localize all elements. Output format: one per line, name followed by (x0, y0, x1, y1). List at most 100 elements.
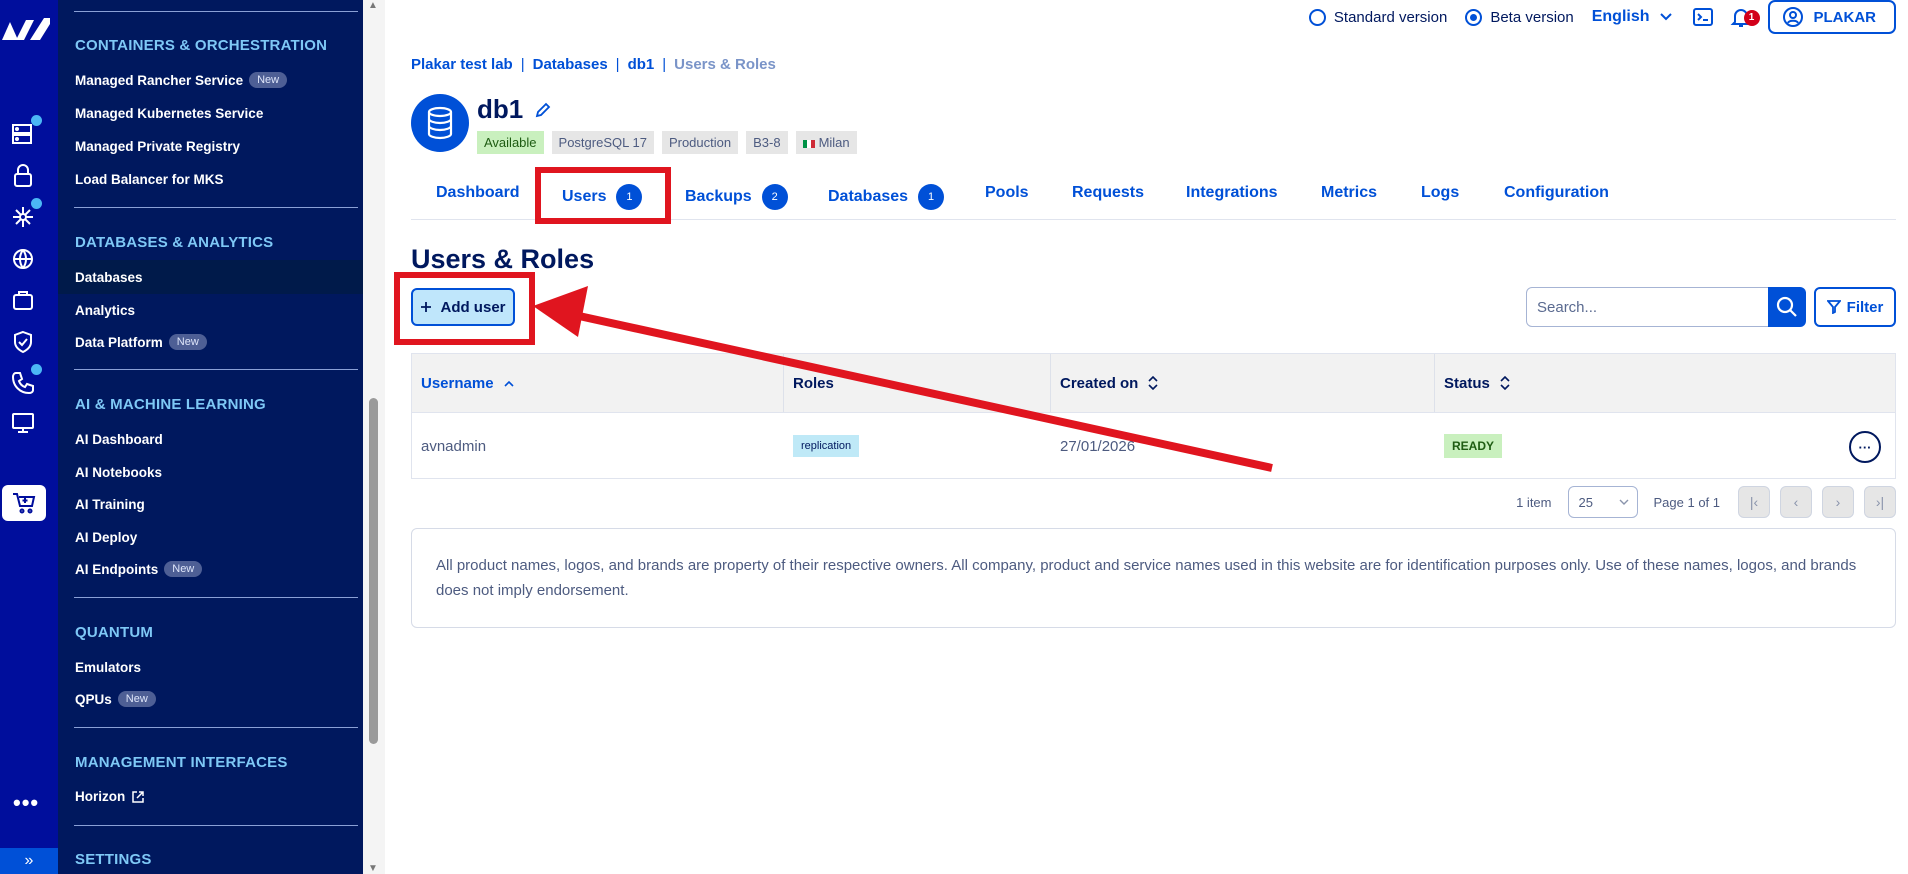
new-badge: New (168, 334, 207, 350)
search-icon (1776, 296, 1797, 317)
users-table: Username Roles Created on Status avnadmi… (411, 353, 1896, 479)
search-button[interactable] (1768, 287, 1806, 327)
sidebar-item-managed-kubernetes[interactable]: Managed Kubernetes Service (75, 106, 263, 121)
sidebar-item-load-balancer-mks[interactable]: Load Balancer for MKS (75, 172, 224, 187)
section-quantum: QUANTUM (75, 624, 154, 641)
scroll-up-icon[interactable]: ▲ (368, 0, 378, 11)
tab-backups[interactable]: Backups 2 (685, 184, 788, 210)
standard-version-radio[interactable]: Standard version (1308, 8, 1447, 26)
page-title: Users & Roles (411, 244, 595, 274)
page-indicator: Page 1 of 1 (1653, 494, 1721, 510)
network-icon[interactable] (10, 198, 42, 230)
sidebar-item-managed-rancher[interactable]: Managed Rancher Service New (75, 72, 288, 88)
language-selector[interactable]: English (1592, 8, 1672, 26)
language-label: English (1591, 8, 1650, 25)
chevron-down-icon (1619, 499, 1628, 505)
top-bar: Standard version Beta version English 1 … (1308, 0, 1908, 34)
cell-roles: replication (784, 413, 860, 479)
lock-icon[interactable] (10, 163, 36, 189)
sidebar-item-label: AI Notebooks (75, 465, 163, 480)
sidebar-item-databases[interactable]: Databases (75, 270, 143, 285)
page-size-select[interactable]: 25 (1567, 486, 1638, 518)
previous-page-icon[interactable]: ‹ (1780, 486, 1812, 518)
sidebar-item-label: AI Training (75, 497, 145, 512)
radio-on-icon (1465, 8, 1483, 26)
more-icon[interactable]: ••• (13, 790, 39, 816)
new-badge: New (164, 561, 203, 577)
tab-dashboard[interactable]: Dashboard (436, 184, 520, 202)
monitor-icon[interactable] (10, 410, 36, 436)
sidebar-item-label: Load Balancer for MKS (75, 172, 224, 187)
tab-requests[interactable]: Requests (1072, 184, 1144, 202)
beta-version-radio[interactable]: Beta version (1465, 8, 1574, 26)
scrollbar-thumb[interactable] (369, 398, 378, 744)
cart-icon[interactable] (2, 485, 46, 521)
sidebar-item-analytics[interactable]: Analytics (75, 303, 135, 318)
new-badge: New (249, 72, 288, 88)
pagination: 1 item 25 Page 1 of 1 |‹ ‹ › ›| (1516, 486, 1896, 518)
breadcrumb-databases[interactable]: Databases (533, 56, 608, 73)
breadcrumb: Plakar test lab | Databases | db1 | User… (411, 56, 776, 73)
sidebar-item-label: Analytics (75, 303, 136, 318)
notifications-bell-icon[interactable]: 1 (1730, 6, 1760, 28)
icon-rail: ••• » (0, 0, 58, 874)
tab-count-badge: 1 (918, 184, 945, 210)
filter-button[interactable]: Filter (1814, 287, 1896, 327)
breadcrumb-project[interactable]: Plakar test lab (411, 56, 513, 73)
tab-integrations[interactable]: Integrations (1186, 184, 1278, 202)
sidebar-item-ai-training[interactable]: AI Training (75, 497, 145, 512)
sidebar-item-ai-deploy[interactable]: AI Deploy (75, 530, 137, 545)
sidebar-item-ai-dashboard[interactable]: AI Dashboard (75, 432, 163, 447)
first-page-icon[interactable]: |‹ (1738, 486, 1770, 518)
section-management: MANAGEMENT INTERFACES (75, 754, 288, 771)
sidebar-item-private-registry[interactable]: Managed Private Registry (75, 139, 240, 154)
user-account-button[interactable]: PLAKAR (1767, 0, 1896, 34)
shield-icon[interactable] (10, 329, 36, 355)
role-tag: replication (793, 435, 860, 457)
scroll-down-icon[interactable]: ▼ (368, 863, 378, 874)
region-chip: Milan (795, 131, 857, 154)
server-icon[interactable] (10, 115, 42, 147)
sidebar-item-label: Managed Kubernetes Service (75, 106, 264, 121)
status-chip: Available (477, 131, 544, 154)
table-header: Username Roles Created on Status (412, 354, 1895, 412)
search-input[interactable]: Search... (1526, 287, 1769, 327)
trademark-notice: All product names, logos, and brands are… (411, 528, 1896, 628)
tab-pools[interactable]: Pools (985, 184, 1029, 202)
globe-icon[interactable] (10, 246, 36, 272)
sidebar-item-emulators[interactable]: Emulators (75, 660, 141, 675)
external-link-icon (132, 790, 144, 803)
sidebar-item-ai-endpoints[interactable]: AI Endpoints New (75, 561, 203, 577)
sidebar-scrollbar[interactable]: ▲ ▼ (363, 0, 385, 874)
ovh-logo[interactable] (0, 10, 52, 48)
sidebar-item-horizon[interactable]: Horizon (75, 789, 145, 804)
column-username[interactable]: Username (412, 354, 514, 412)
breadcrumb-db1[interactable]: db1 (628, 56, 655, 73)
terminal-icon[interactable] (1692, 6, 1714, 28)
tab-configuration[interactable]: Configuration (1504, 184, 1609, 202)
tab-logs[interactable]: Logs (1421, 184, 1459, 202)
briefcase-icon[interactable] (10, 287, 36, 313)
sidebar-item-ai-notebooks[interactable]: AI Notebooks (75, 465, 162, 480)
sidebar-item-label: AI Endpoints (75, 561, 159, 577)
sort-icon (1148, 376, 1158, 390)
expand-sidebar-icon[interactable]: » (0, 848, 58, 874)
next-page-icon[interactable]: › (1822, 486, 1854, 518)
row-actions-menu-icon[interactable]: ··· (1849, 431, 1881, 463)
cell-created-on: 27/01/2026 (1060, 437, 1136, 455)
edit-pencil-icon[interactable] (535, 102, 551, 118)
phone-icon[interactable] (10, 364, 42, 396)
notification-count-badge: 1 (1743, 10, 1760, 26)
new-badge: New (117, 691, 156, 707)
sidebar-item-label: AI Dashboard (75, 432, 163, 447)
column-created-on[interactable]: Created on (1051, 354, 1158, 412)
sidebar-item-qpus[interactable]: QPUs New (75, 691, 156, 707)
flavor-chip: B3-8 (746, 131, 788, 154)
sidebar-item-data-platform[interactable]: Data Platform New (75, 334, 207, 350)
sidebar-item-label: Databases (75, 270, 143, 285)
tab-databases[interactable]: Databases 1 (828, 184, 945, 210)
column-status[interactable]: Status (1435, 354, 1510, 412)
last-page-icon[interactable]: ›| (1864, 486, 1896, 518)
tab-metrics[interactable]: Metrics (1321, 184, 1377, 202)
plan-chip: Production (661, 131, 739, 154)
